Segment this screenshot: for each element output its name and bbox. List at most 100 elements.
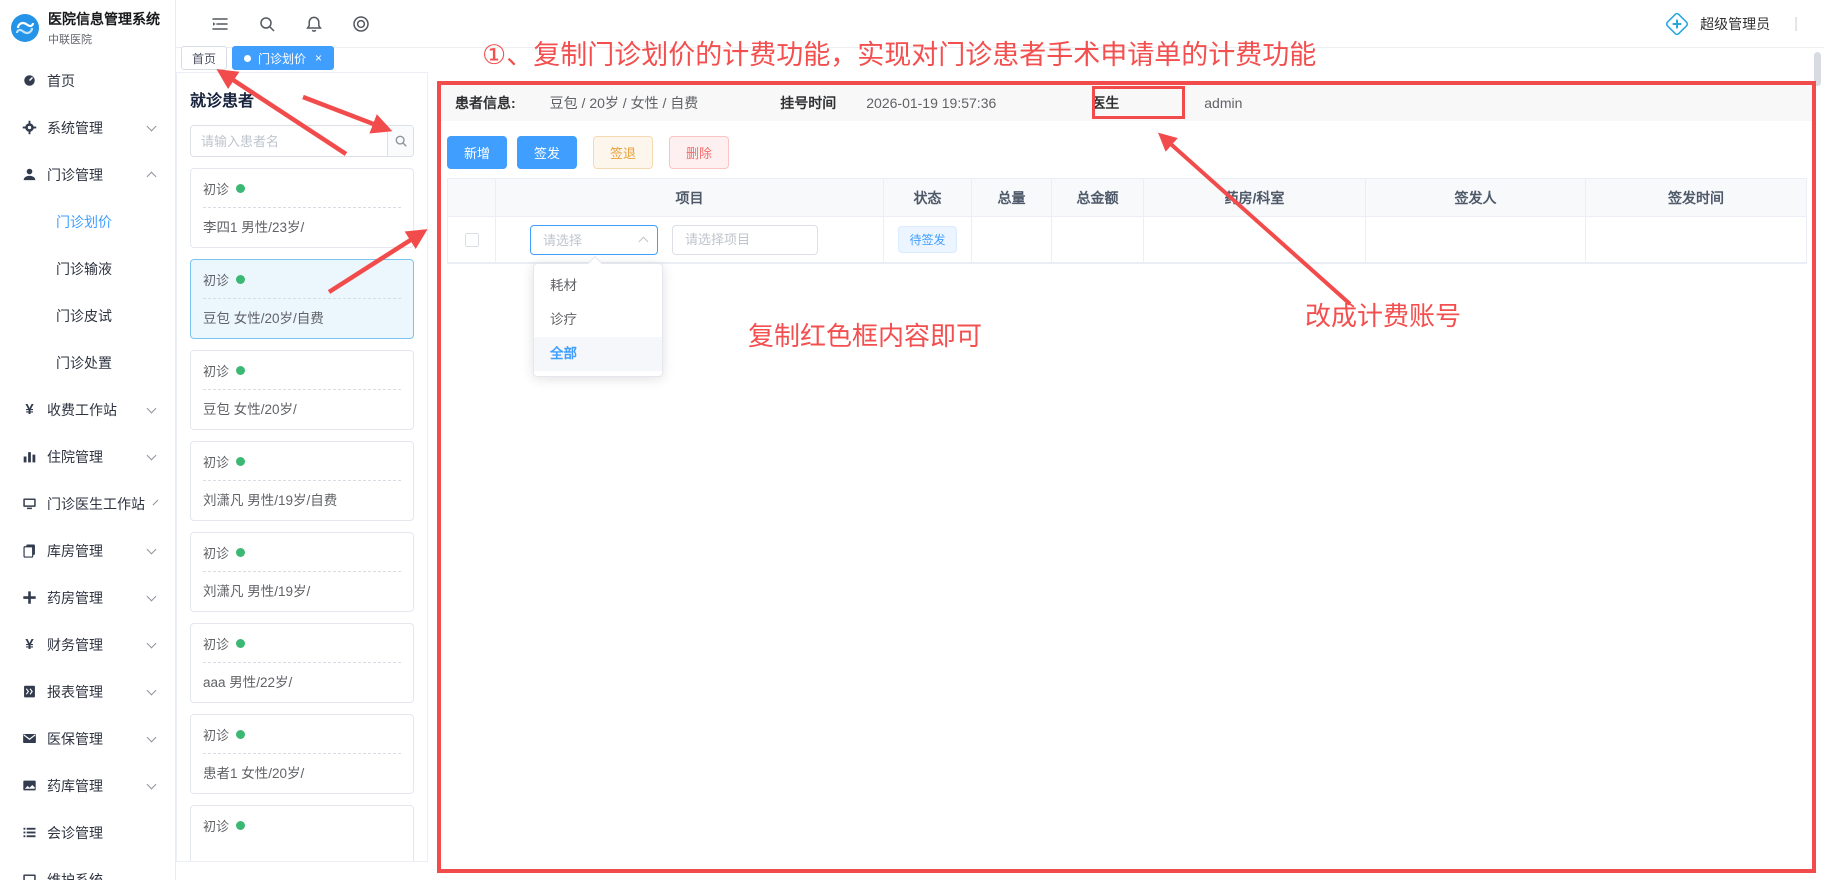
chevron-down-icon bbox=[147, 403, 157, 413]
app-subtitle: 中联医院 bbox=[48, 31, 160, 47]
row-checkbox[interactable] bbox=[465, 233, 479, 247]
sidebar-item-label: 住院管理 bbox=[47, 447, 103, 467]
user-icon bbox=[22, 167, 37, 182]
sign-back-button[interactable]: 签退 bbox=[593, 136, 653, 169]
sidebar-item-label: 药房管理 bbox=[47, 588, 103, 608]
col-status: 状态 bbox=[884, 179, 972, 217]
medical-cross-icon bbox=[1664, 11, 1690, 37]
visit-type-label: 初诊 bbox=[203, 452, 229, 471]
vertical-scrollbar[interactable] bbox=[1814, 52, 1821, 86]
tab-close-icon[interactable]: × bbox=[315, 51, 322, 65]
sidebar-item-storeroom[interactable]: 库房管理 bbox=[0, 527, 175, 574]
visit-type-label: 初诊 bbox=[203, 634, 229, 653]
tab-home[interactable]: 首页 bbox=[181, 46, 227, 70]
sidebar-item-insurance[interactable]: 医保管理 bbox=[0, 715, 175, 762]
sidebar-item-consultation[interactable]: 会诊管理 bbox=[0, 809, 175, 856]
sidebar-item-pharmacy[interactable]: 药房管理 bbox=[0, 574, 175, 621]
collapse-menu-icon[interactable] bbox=[210, 14, 230, 34]
search-button[interactable] bbox=[387, 126, 413, 156]
visit-type-label: 初诊 bbox=[203, 816, 229, 835]
sidebar-item-reports[interactable]: 报表管理 bbox=[0, 668, 175, 715]
patient-card[interactable]: 初诊 bbox=[190, 805, 414, 862]
status-dot-icon bbox=[236, 184, 245, 193]
yen-icon: ¥ bbox=[22, 637, 37, 652]
sidebar-subitem-label: 门诊处置 bbox=[56, 353, 112, 373]
tab-label: 门诊划价 bbox=[258, 50, 306, 67]
patient-search-input[interactable] bbox=[191, 126, 387, 156]
delete-button[interactable]: 删除 bbox=[669, 136, 729, 169]
sidebar-subitem-infusion[interactable]: 门诊输液 bbox=[0, 245, 175, 292]
sidebar-item-system[interactable]: 系统管理 bbox=[0, 104, 175, 151]
picture-icon bbox=[22, 778, 37, 793]
list-icon bbox=[22, 825, 37, 840]
cell-issue-time bbox=[1586, 217, 1806, 263]
status-dot-icon bbox=[236, 639, 245, 648]
status-badge: 待签发 bbox=[898, 226, 956, 253]
sidebar-item-label: 首页 bbox=[47, 71, 75, 91]
sidebar-item-home[interactable]: 首页 bbox=[0, 57, 175, 104]
sidebar-menu: 首页 系统管理 门诊管理 门诊划价 门诊输液 门诊皮试 门诊处置 ¥ 收费工作站 bbox=[0, 57, 175, 880]
sidebar-subitem-disposal[interactable]: 门诊处置 bbox=[0, 339, 175, 386]
sidebar-item-charging-station[interactable]: ¥ 收费工作站 bbox=[0, 386, 175, 433]
patient-card[interactable]: 初诊 豆包 女性/20岁/ bbox=[190, 350, 414, 430]
app-logo-block[interactable]: 医院信息管理系统 中联医院 bbox=[0, 0, 175, 53]
sidebar-item-maintenance[interactable]: 维护系统 bbox=[0, 856, 175, 880]
sidebar-item-finance[interactable]: ¥ 财务管理 bbox=[0, 621, 175, 668]
status-dot-icon bbox=[236, 457, 245, 466]
select-placeholder: 请选择 bbox=[543, 230, 640, 249]
status-dot-icon bbox=[236, 821, 245, 830]
patient-card[interactable]: 初诊 aaa 男性/22岁/ bbox=[190, 623, 414, 703]
circle-icon[interactable] bbox=[351, 14, 371, 34]
sidebar-item-inpatient[interactable]: 住院管理 bbox=[0, 433, 175, 480]
patient-card-selected[interactable]: 初诊 豆包 女性/20岁/自费 bbox=[190, 259, 414, 339]
doctor-value: admin bbox=[1204, 95, 1242, 111]
status-dot-icon bbox=[236, 548, 245, 557]
col-quantity: 总量 bbox=[972, 179, 1052, 217]
sidebar-subitem-skin-test[interactable]: 门诊皮试 bbox=[0, 292, 175, 339]
item-search-input[interactable] bbox=[672, 225, 818, 255]
col-checkbox bbox=[448, 179, 496, 217]
patient-info: 豆包 女性/20岁/自费 bbox=[203, 307, 401, 327]
sidebar-item-label: 收费工作站 bbox=[47, 400, 117, 420]
tab-bar: 首页 门诊划价 × bbox=[181, 46, 334, 72]
bell-icon[interactable] bbox=[304, 14, 324, 34]
chevron-up-icon bbox=[639, 236, 649, 246]
sign-issue-button[interactable]: 签发 bbox=[517, 136, 577, 169]
patient-card[interactable]: 初诊 刘潇凡 男性/19岁/自费 bbox=[190, 441, 414, 521]
sidebar-item-drug-store[interactable]: 药库管理 bbox=[0, 762, 175, 809]
sidebar-subitem-pricing[interactable]: 门诊划价 bbox=[0, 198, 175, 245]
gear-icon bbox=[22, 120, 37, 135]
sidebar-subitem-label: 门诊皮试 bbox=[56, 306, 112, 326]
sidebar-item-outpatient[interactable]: 门诊管理 bbox=[0, 151, 175, 198]
sidebar-item-doctor-station[interactable]: 门诊医生工作站 bbox=[0, 480, 175, 527]
patient-card[interactable]: 初诊 患者1 女性/20岁/ bbox=[190, 714, 414, 794]
chevron-down-icon bbox=[147, 121, 157, 131]
registration-time-label: 挂号时间 bbox=[780, 93, 836, 113]
patient-card[interactable]: 初诊 刘潇凡 男性/19岁/ bbox=[190, 532, 414, 612]
visit-type-label: 初诊 bbox=[203, 270, 229, 289]
visit-type-label: 初诊 bbox=[203, 179, 229, 198]
dashboard-icon bbox=[22, 73, 37, 88]
tab-active-dot bbox=[244, 55, 251, 62]
patient-card[interactable]: 初诊 李四1 男性/23岁/ bbox=[190, 168, 414, 248]
dropdown-option-treatment[interactable]: 诊疗 bbox=[534, 303, 662, 337]
col-amount: 总金额 bbox=[1052, 179, 1144, 217]
sidebar-item-label: 报表管理 bbox=[47, 682, 103, 702]
item-type-select[interactable]: 请选择 bbox=[530, 225, 658, 255]
add-button[interactable]: 新增 bbox=[447, 136, 507, 169]
user-block[interactable]: 超级管理员 | bbox=[1664, 11, 1824, 37]
patient-info-label: 患者信息: bbox=[455, 93, 516, 113]
col-item: 项目 bbox=[496, 179, 884, 217]
dropdown-option-all[interactable]: 全部 bbox=[534, 337, 662, 371]
search-icon[interactable] bbox=[257, 14, 277, 34]
chevron-down-icon bbox=[147, 779, 157, 789]
registration-time-value: 2026-01-19 19:57:36 bbox=[866, 95, 996, 111]
chevron-down-icon bbox=[153, 499, 159, 505]
tab-outpatient-pricing[interactable]: 门诊划价 × bbox=[232, 46, 334, 70]
sidebar-item-label: 系统管理 bbox=[47, 118, 103, 138]
sidebar: 医院信息管理系统 中联医院 首页 系统管理 门诊管理 门诊划价 门诊输液 门诊皮… bbox=[0, 0, 176, 880]
dropdown-option-consumables[interactable]: 耗材 bbox=[534, 269, 662, 303]
item-type-dropdown: 耗材 诊疗 全部 bbox=[533, 263, 663, 377]
sidebar-item-label: 会诊管理 bbox=[47, 823, 103, 843]
annotation-account-hint: 改成计费账号 bbox=[1305, 296, 1461, 333]
